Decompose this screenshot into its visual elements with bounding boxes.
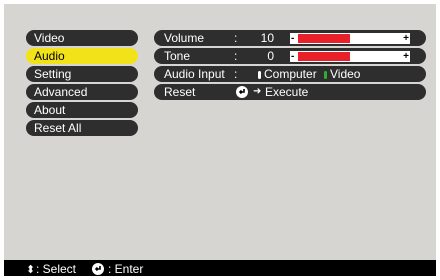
audio-input-option-computer[interactable]: Computer bbox=[258, 66, 317, 82]
menu-item-label: Setting bbox=[34, 67, 72, 81]
tone-value: 0 bbox=[267, 49, 274, 63]
menu-item-label: Video bbox=[34, 31, 65, 45]
audio-input-option-video[interactable]: Video bbox=[324, 66, 360, 82]
menu-item-setting[interactable]: Setting bbox=[26, 66, 138, 82]
menu-item-about[interactable]: About bbox=[26, 102, 138, 118]
execute-button[interactable]: Execute bbox=[265, 84, 308, 100]
tone-label: Tone bbox=[164, 49, 191, 63]
menu-item-label: Audio bbox=[34, 49, 65, 63]
radio-selected-icon bbox=[324, 71, 327, 79]
main-menu: Video Audio Setting Advanced About Reset… bbox=[26, 30, 138, 138]
minus-icon: - bbox=[291, 33, 295, 44]
option-label: Video bbox=[330, 67, 361, 81]
menu-item-advanced[interactable]: Advanced bbox=[26, 84, 138, 100]
menu-item-label: About bbox=[34, 103, 66, 117]
audio-input-label: Audio Input bbox=[164, 67, 225, 81]
menu-panel: Video Audio Setting Advanced About Reset… bbox=[4, 4, 436, 260]
tone-row[interactable]: Tone : 0 - + bbox=[154, 48, 426, 64]
audio-input-row[interactable]: Audio Input : Computer Video bbox=[154, 66, 426, 82]
minus-icon: - bbox=[291, 51, 295, 62]
reset-row[interactable]: Reset ➜ Execute bbox=[154, 84, 426, 100]
volume-value: 10 bbox=[260, 31, 274, 45]
arrow-right-icon: ➜ bbox=[253, 86, 262, 97]
separator: : bbox=[234, 49, 238, 63]
volume-level-fill bbox=[298, 34, 350, 43]
separator: : bbox=[234, 67, 238, 81]
tone-level-fill bbox=[298, 52, 350, 61]
menu-item-label: Advanced bbox=[34, 85, 88, 99]
volume-label: Volume bbox=[164, 31, 205, 45]
projector-menu-screen: Video Audio Setting Advanced About Reset… bbox=[4, 4, 436, 276]
up-down-arrow-icon: ⬍ bbox=[26, 264, 36, 276]
enter-icon bbox=[236, 86, 248, 98]
reset-label: Reset bbox=[164, 85, 196, 99]
tone-slider[interactable]: - + bbox=[290, 51, 410, 62]
select-hint: : Select bbox=[36, 262, 77, 276]
enter-icon bbox=[92, 263, 104, 275]
separator: : bbox=[234, 31, 238, 45]
volume-slider[interactable]: - + bbox=[290, 33, 410, 44]
menu-item-reset-all[interactable]: Reset All bbox=[26, 120, 138, 136]
volume-row[interactable]: Volume : 10 - + bbox=[154, 30, 426, 46]
footer-help-bar: ⬍ : Select : Enter bbox=[4, 262, 436, 276]
enter-hint: : Enter bbox=[108, 262, 144, 276]
menu-item-video[interactable]: Video bbox=[26, 30, 138, 46]
audio-settings: Volume : 10 - + Tone : 0 - + Audio Input… bbox=[154, 30, 426, 102]
plus-icon: + bbox=[403, 51, 409, 62]
plus-icon: + bbox=[403, 33, 409, 44]
radio-unselected-icon bbox=[258, 71, 261, 79]
option-label: Computer bbox=[264, 67, 317, 81]
menu-item-label: Reset All bbox=[34, 121, 82, 135]
menu-item-audio[interactable]: Audio bbox=[26, 48, 138, 64]
